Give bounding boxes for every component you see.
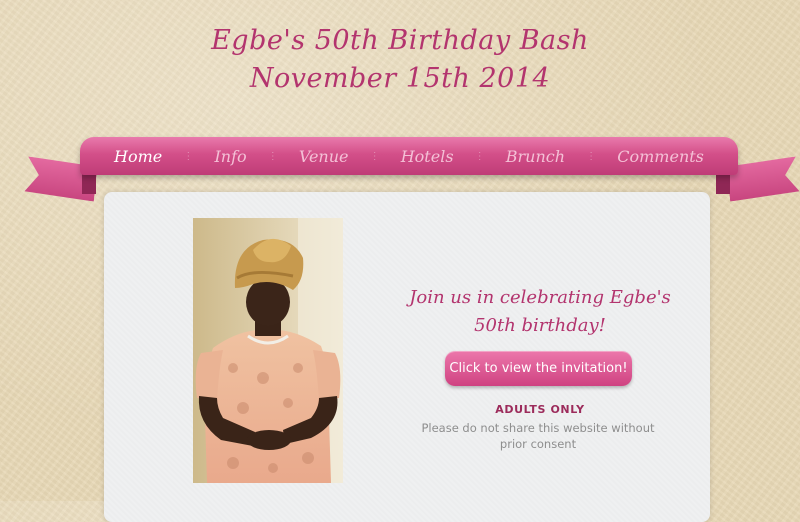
- nav-item-comments[interactable]: Comments: [615, 143, 706, 170]
- site-title-line1: Egbe's 50th Birthday Bash: [211, 25, 589, 56]
- nav-separator: ⋮: [586, 150, 597, 162]
- nav-item-home[interactable]: Home: [112, 143, 164, 170]
- nav-item-info[interactable]: Info: [212, 143, 248, 170]
- nav-item-venue[interactable]: Venue: [297, 143, 351, 170]
- nav-item-brunch[interactable]: Brunch: [504, 143, 567, 170]
- share-notice: Please do not share this website without…: [421, 421, 655, 451]
- view-invitation-button[interactable]: Click to view the invitation!: [445, 351, 632, 386]
- nav-separator: ⋮: [267, 150, 278, 162]
- adults-only-label: ADULTS ONLY: [495, 403, 585, 416]
- nav-separator: ⋮: [369, 150, 380, 162]
- invite-heading-line2: 50th birthday!: [474, 315, 606, 336]
- nav-item-hotels[interactable]: Hotels: [399, 143, 456, 170]
- main-nav-ribbon: Home ⋮ Info ⋮ Venue ⋮ Hotels ⋮ Brunch ⋮ …: [80, 137, 738, 175]
- portrait-illustration: [193, 218, 343, 483]
- nav-separator: ⋮: [474, 150, 485, 162]
- site-title: Egbe's 50th Birthday Bash November 15th …: [0, 22, 800, 98]
- invite-heading-line1: Join us in celebrating Egbe's: [409, 287, 671, 308]
- portrait-photo: [193, 218, 343, 483]
- nav-separator: ⋮: [183, 150, 194, 162]
- site-title-line2: November 15th 2014: [249, 63, 551, 94]
- invite-heading: Join us in celebrating Egbe's 50th birth…: [400, 284, 680, 340]
